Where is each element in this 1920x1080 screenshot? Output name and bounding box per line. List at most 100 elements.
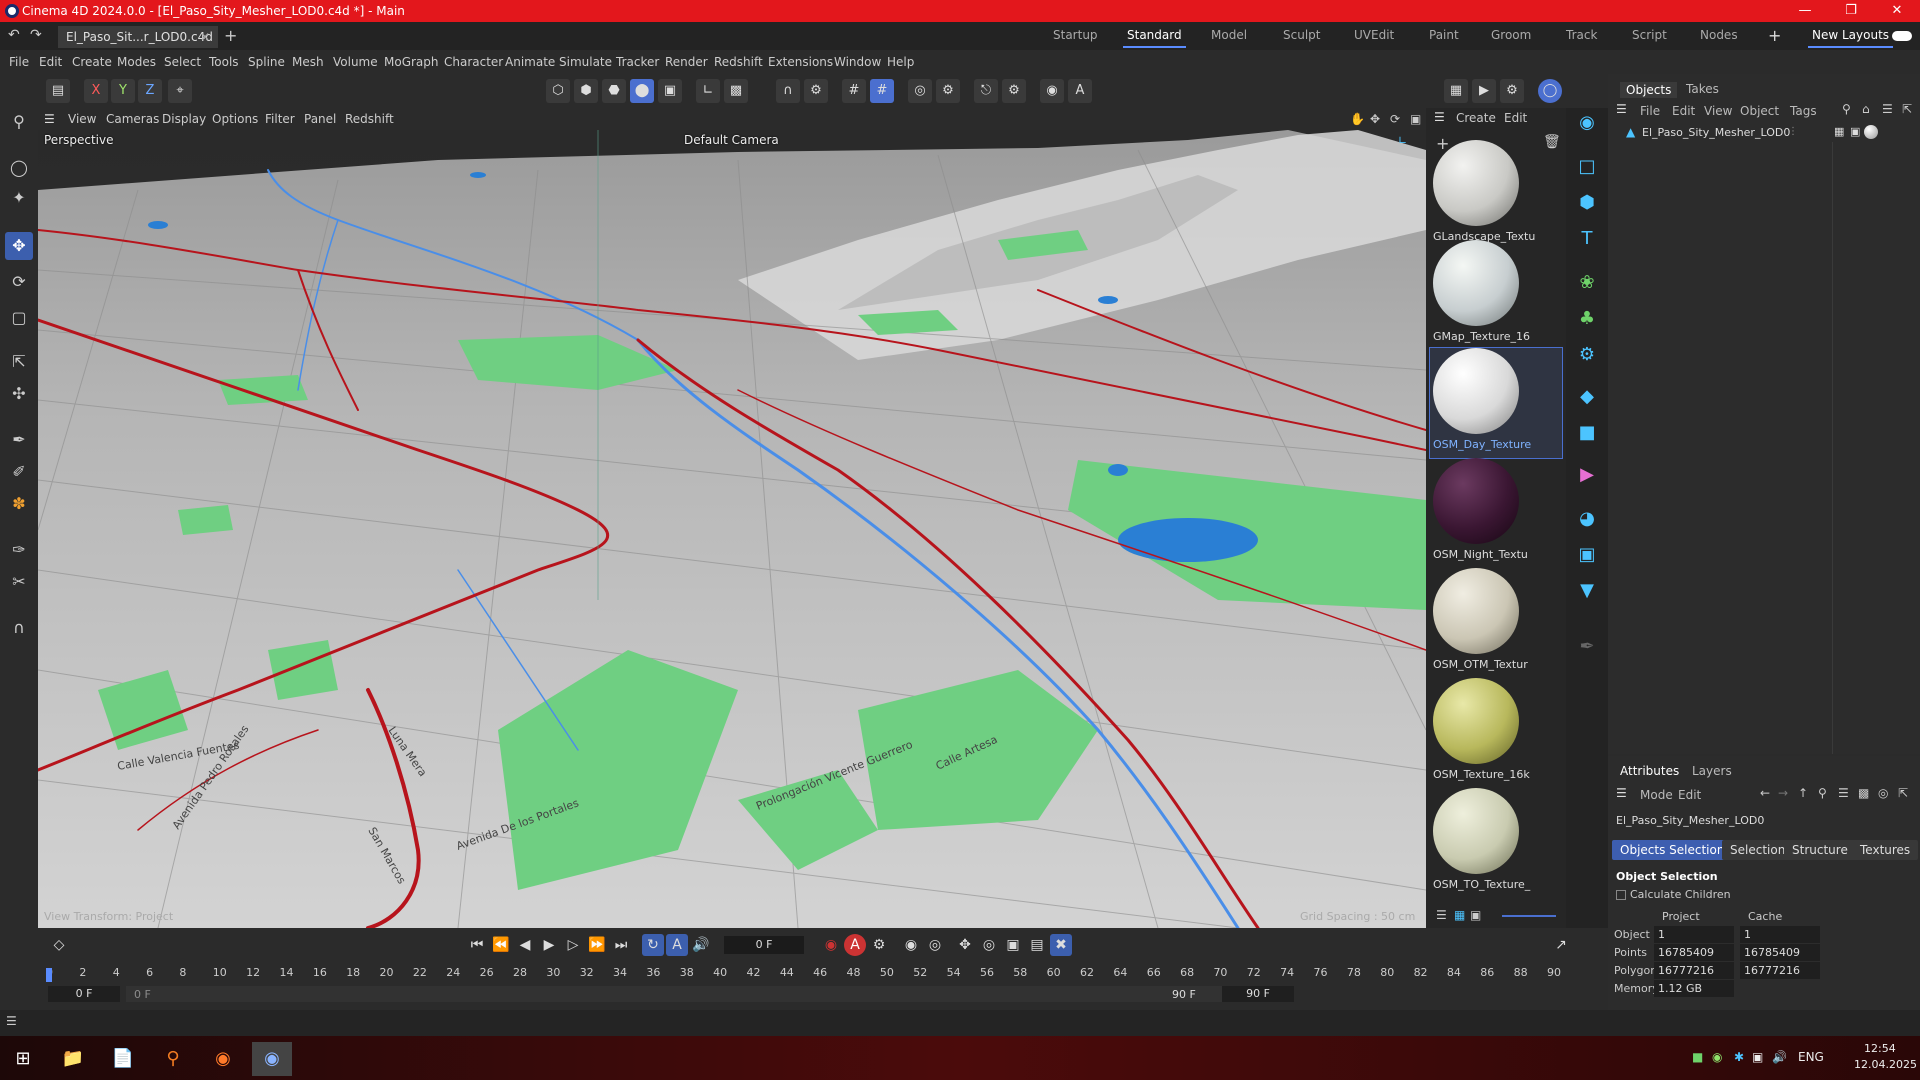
material-item-selected[interactable]: OSM_Day_Texture	[1429, 347, 1563, 459]
lock-view-icon[interactable]: ◉	[1040, 79, 1064, 103]
layout-nodes[interactable]: Nodes	[1700, 28, 1738, 42]
knife-icon[interactable]: ✂	[5, 568, 33, 596]
search-icon[interactable]: ⚲	[5, 108, 33, 136]
textures-button[interactable]: Textures	[1852, 840, 1919, 860]
camera-object-icon[interactable]: ◉	[1574, 110, 1600, 136]
attributes-filter-icon[interactable]: ☰	[1838, 786, 1849, 800]
scale-tool-icon[interactable]: ▢	[5, 304, 33, 332]
motion-path-icon[interactable]: ▤	[1026, 934, 1048, 956]
tray-app-icon[interactable]: ◉	[1712, 1050, 1722, 1064]
file-explorer-icon[interactable]: 📁	[56, 1042, 90, 1076]
keyframe-settings-icon[interactable]: ⚙	[868, 934, 890, 956]
render-region-icon[interactable]: ▦	[1444, 79, 1468, 103]
selection-button[interactable]: Selection	[1722, 840, 1794, 860]
menu-mesh[interactable]: Mesh	[292, 55, 324, 69]
key-pla-icon[interactable]: ▣	[1002, 934, 1024, 956]
cinema4d-taskbar-icon[interactable]: ◉	[252, 1042, 292, 1076]
firefox-icon[interactable]: ◉	[206, 1042, 240, 1076]
menu-create[interactable]: Create	[72, 55, 112, 69]
symmetry-settings-icon[interactable]: ⚙	[1002, 79, 1026, 103]
menu-select[interactable]: Select	[164, 55, 201, 69]
menu-extensions[interactable]: Extensions	[768, 55, 833, 69]
preview-size-slider[interactable]	[1502, 915, 1556, 917]
attributes-search-icon[interactable]: ⚲	[1818, 786, 1827, 800]
material-hamburger-icon[interactable]: ☰	[1434, 110, 1445, 124]
transform-tool-icon[interactable]: ⇱	[5, 348, 33, 376]
interpolation-icon[interactable]: ✖	[1050, 934, 1072, 956]
layout-standard[interactable]: Standard	[1123, 28, 1186, 48]
material-menu-edit[interactable]: Edit	[1504, 111, 1527, 125]
timeline-ruler[interactable]: 0246810121416182022242628303234363840424…	[46, 966, 1561, 982]
go-to-end-icon[interactable]: ⏭	[610, 934, 632, 956]
attributes-menu-mode[interactable]: Mode	[1640, 788, 1673, 802]
add-layout-icon[interactable]: +	[1768, 26, 1781, 45]
windows-start-icon[interactable]: ⊞	[6, 1042, 40, 1076]
light-object-icon[interactable]: ◕	[1574, 506, 1600, 532]
uvw-tag-icon[interactable]: ▣	[1850, 125, 1860, 138]
autokey-icon[interactable]: A	[844, 934, 866, 956]
y-axis-lock-button[interactable]: Y	[111, 79, 135, 103]
3d-viewport[interactable]: Calle Valencia Fuentes Avenida Pedro Ros…	[38, 130, 1426, 928]
auto-icon[interactable]: A	[1068, 79, 1092, 103]
paint-icon[interactable]: ✽	[5, 490, 33, 518]
material-item[interactable]: OSM_Texture_16k	[1430, 678, 1562, 788]
end-frame-field[interactable]: 90 F	[1222, 986, 1294, 1002]
volume-icon[interactable]: 🔊	[1772, 1050, 1787, 1064]
start-frame-field[interactable]: 0 F	[48, 986, 120, 1002]
new-layouts-toggle[interactable]	[1892, 31, 1912, 41]
menu-help[interactable]: Help	[887, 55, 914, 69]
edges-mode-icon[interactable]: ⬢	[574, 79, 598, 103]
cloner-icon[interactable]: ♣	[1574, 306, 1600, 332]
objects-menu-tags[interactable]: Tags	[1790, 104, 1817, 118]
loop-icon[interactable]: ↻	[642, 934, 664, 956]
clock-time[interactable]: 12:54	[1864, 1042, 1896, 1055]
large-view-icon[interactable]: ▣	[1470, 908, 1481, 922]
workplane-snap-icon[interactable]: #	[870, 79, 894, 103]
text-object-icon[interactable]: T	[1574, 226, 1600, 252]
menu-tracker[interactable]: Tracker	[616, 55, 659, 69]
current-frame-field[interactable]: 0 F	[724, 936, 804, 954]
previous-key-icon[interactable]: ⏪	[490, 934, 512, 956]
material-item[interactable]: OSM_TO_Texture_	[1430, 788, 1562, 898]
sculpt-brush-icon[interactable]: ✐	[5, 458, 33, 486]
language-indicator[interactable]: ENG	[1798, 1050, 1824, 1064]
uv-mode-icon[interactable]: ▣	[658, 79, 682, 103]
viewport-menu-filter[interactable]: Filter	[265, 112, 295, 126]
null-object-icon[interactable]: ❀	[1574, 270, 1600, 296]
next-frame-icon[interactable]: ▷	[562, 934, 584, 956]
trash-icon[interactable]: 🗑	[1543, 134, 1561, 150]
spline-deformer-icon[interactable]: ◆	[1574, 384, 1600, 410]
previous-frame-icon[interactable]: ◀	[514, 934, 536, 956]
objects-menu-object[interactable]: Object	[1740, 104, 1779, 118]
notepad-icon[interactable]: 📄	[106, 1042, 140, 1076]
menu-simulate[interactable]: Simulate	[559, 55, 612, 69]
x-axis-lock-button[interactable]: X	[84, 79, 108, 103]
objects-home-icon[interactable]: ⌂	[1862, 102, 1870, 116]
floor-object-icon[interactable]: ▼	[1574, 578, 1600, 604]
render-settings-icon[interactable]: ⚙	[1500, 79, 1524, 103]
objects-search-icon[interactable]: ⚲	[1842, 102, 1851, 116]
redo-icon[interactable]: ↷	[30, 27, 42, 43]
attributes-settings-icon[interactable]: ◎	[1878, 786, 1888, 800]
material-item[interactable]: OSM_OTM_Textur	[1430, 568, 1562, 678]
viewport-menu-redshift[interactable]: Redshift	[345, 112, 394, 126]
snap-settings-icon[interactable]: ⚙	[804, 79, 828, 103]
magnet-tool-icon[interactable]: ∩	[5, 614, 33, 642]
spline-pen-icon[interactable]: ✒	[5, 426, 33, 454]
tab-takes[interactable]: Takes	[1686, 82, 1719, 96]
back-arrow-icon[interactable]: ←	[1760, 786, 1770, 800]
menu-animate[interactable]: Animate	[505, 55, 555, 69]
coordinate-system-icon[interactable]: ⌖	[168, 79, 192, 103]
objects-hamburger-icon[interactable]: ☰	[1616, 102, 1627, 116]
forward-arrow-icon[interactable]: →	[1778, 786, 1788, 800]
select-live-icon[interactable]: ◯	[5, 154, 33, 182]
viewport-menu-panel[interactable]: Panel	[304, 112, 336, 126]
list-view-icon[interactable]: ☰	[1436, 908, 1447, 922]
object-row[interactable]: ▲ El_Paso_Sity_Mesher_LOD0 ⋮ ▦ ▣	[1608, 124, 1920, 142]
layout-startup[interactable]: Startup	[1053, 28, 1098, 42]
menu-mograph[interactable]: MoGraph	[384, 55, 439, 69]
nvidia-tray-icon[interactable]: ■	[1692, 1050, 1703, 1064]
menu-render[interactable]: Render	[665, 55, 708, 69]
clock-date[interactable]: 12.04.2025	[1854, 1058, 1917, 1071]
attributes-expand-icon[interactable]: ⇱	[1898, 786, 1908, 800]
